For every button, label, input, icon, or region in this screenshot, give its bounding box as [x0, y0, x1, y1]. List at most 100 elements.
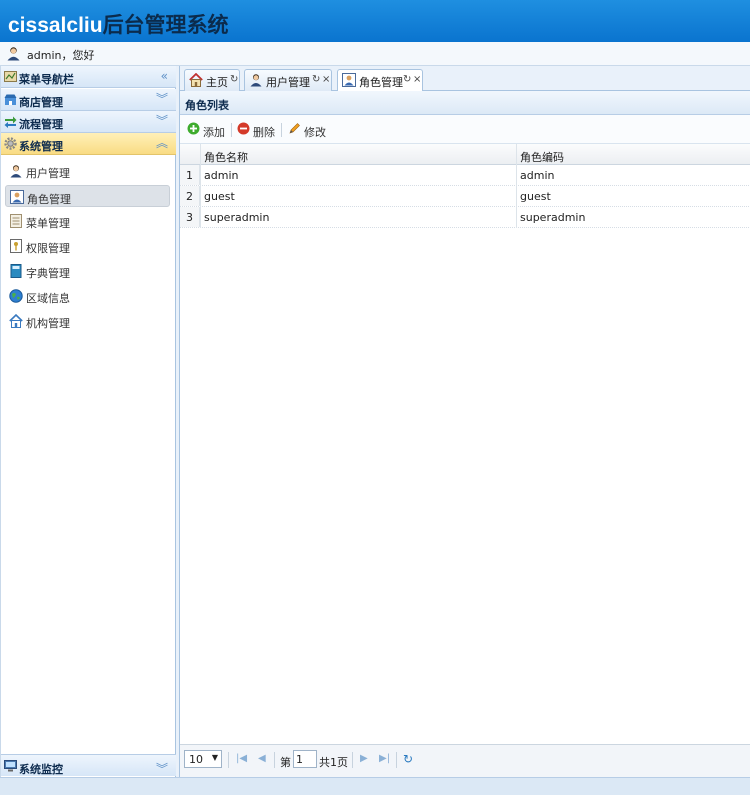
- collapse-left-icon[interactable]: «: [161, 70, 168, 82]
- app-subtitle: 后台管理系统: [102, 13, 229, 37]
- table-row[interactable]: 1 admin admin: [180, 165, 750, 186]
- sidebar-section-label: 流程管理: [19, 118, 63, 131]
- delete-label: 删除: [253, 126, 275, 139]
- menu-list-icon: [9, 214, 23, 231]
- close-icon[interactable]: ×: [322, 74, 330, 85]
- sidebar-section-label: 商店管理: [19, 96, 63, 109]
- refresh-icon[interactable]: ↻: [230, 74, 238, 85]
- tab-home[interactable]: 主页 ↻: [184, 69, 240, 91]
- key-card-icon: [9, 239, 23, 256]
- sidebar-section-flow[interactable]: 流程管理 ︾: [1, 111, 176, 133]
- sidebar-item-label: 字典管理: [26, 267, 70, 280]
- sidebar-item-roles[interactable]: 角色管理: [5, 185, 170, 207]
- table-row[interactable]: 3 superadmin superadmin: [180, 207, 750, 228]
- refresh-icon[interactable]: ↻: [312, 74, 320, 85]
- user-icon: [6, 46, 21, 64]
- store-icon: [4, 93, 17, 109]
- close-icon[interactable]: ×: [413, 74, 421, 85]
- sidebar-item-permissions[interactable]: 权限管理: [5, 235, 170, 257]
- refresh-icon[interactable]: ↻: [403, 74, 411, 85]
- user-greeting: admin，您好: [27, 49, 95, 62]
- sidebar-item-label: 区域信息: [26, 292, 70, 305]
- page-prefix: 第: [280, 756, 291, 769]
- delete-icon: [237, 122, 250, 138]
- gear-icon: [4, 137, 17, 153]
- tab-label: 主页: [206, 76, 228, 89]
- sidebar-nav-title: 菜单导航栏: [19, 73, 74, 86]
- sidebar-item-label: 用户管理: [26, 167, 70, 180]
- chevron-down-icon[interactable]: ︾: [156, 115, 168, 127]
- sidebar-nav-header[interactable]: 菜单导航栏 «: [1, 66, 176, 88]
- user-bar: admin，您好: [0, 42, 750, 66]
- sidebar-section-system[interactable]: 系统管理 ︽: [1, 133, 176, 155]
- pager-divider: [228, 752, 229, 768]
- cell-role-code: superadmin: [520, 211, 586, 224]
- pager-divider: [274, 752, 275, 768]
- sidebar-item-label: 菜单管理: [26, 217, 70, 230]
- sidebar: 菜单导航栏 « 商店管理 ︾ 流程管理 ︾ 系统管理 ︽ 用户管理 角色管理 菜…: [0, 66, 176, 777]
- page-number-input[interactable]: 1: [293, 750, 317, 768]
- chevron-down-icon[interactable]: ︾: [156, 93, 168, 105]
- row-number: 2: [180, 186, 200, 206]
- book-icon: [9, 264, 23, 281]
- sidebar-item-organizations[interactable]: 机构管理: [5, 310, 170, 332]
- column-header-role-code[interactable]: 角色编码: [520, 149, 564, 165]
- sidebar-item-label: 权限管理: [26, 242, 70, 255]
- column-divider: [200, 144, 201, 228]
- column-divider: [516, 144, 517, 228]
- sidebar-section-monitor[interactable]: 系统监控 ︾: [1, 754, 176, 776]
- app-brand: cissalcliu: [8, 14, 103, 37]
- cell-role-code: guest: [520, 190, 551, 203]
- toolbar-divider: [281, 123, 282, 137]
- cell-role-code: admin: [520, 169, 555, 182]
- tab-bar: 主页 ↻ 用户管理 ↻ × 角色管理 ↻ ×: [180, 66, 750, 92]
- row-number: 3: [180, 207, 200, 227]
- main-panel: 主页 ↻ 用户管理 ↻ × 角色管理 ↻ × 角色列表 添加 删除 修改 角色名…: [179, 66, 750, 777]
- row-number: 1: [180, 165, 200, 185]
- dropdown-arrow-icon: ▼: [211, 753, 218, 762]
- sidebar-section-label: 系统管理: [19, 140, 63, 153]
- footer-bar: [0, 777, 750, 795]
- refresh-icon[interactable]: ↻: [403, 752, 413, 766]
- toolbar: 添加 删除 修改: [180, 115, 750, 144]
- tab-label: 角色管理: [359, 76, 403, 89]
- panel-title-bar: 角色列表: [180, 91, 750, 115]
- cell-role-name: guest: [204, 190, 235, 203]
- tab-roles[interactable]: 角色管理 ↻ ×: [337, 69, 423, 92]
- grid-header: 角色名称 角色编码: [180, 144, 750, 165]
- chevron-up-icon[interactable]: ︽: [156, 137, 168, 149]
- page-total: 共1页: [319, 756, 348, 769]
- app-title: cissalcliu后台管理系统: [8, 9, 229, 39]
- tab-users[interactable]: 用户管理 ↻ ×: [244, 69, 332, 91]
- panel-title: 角色列表: [185, 99, 229, 112]
- app-header: cissalcliu后台管理系统: [0, 0, 750, 42]
- column-header-role-name[interactable]: 角色名称: [204, 149, 248, 165]
- sidebar-item-dictionary[interactable]: 字典管理: [5, 260, 170, 282]
- sidebar-item-label: 机构管理: [26, 317, 70, 330]
- pager-divider: [396, 752, 397, 768]
- sidebar-section-shop[interactable]: 商店管理 ︾: [1, 89, 176, 111]
- monitor-icon: [4, 760, 17, 775]
- cell-role-name: superadmin: [204, 211, 270, 224]
- next-page-icon[interactable]: ▶: [360, 753, 368, 764]
- role-card-icon: [342, 73, 356, 90]
- toolbar-divider: [231, 123, 232, 137]
- globe-icon: [9, 289, 23, 306]
- home-icon: [9, 313, 23, 331]
- prev-page-icon[interactable]: ◀: [258, 753, 266, 764]
- first-page-icon[interactable]: |◀: [236, 753, 247, 764]
- sidebar-item-regions[interactable]: 区域信息: [5, 285, 170, 307]
- tab-label: 用户管理: [266, 76, 310, 89]
- flow-icon: [4, 115, 17, 131]
- cell-role-name: admin: [204, 169, 239, 182]
- add-label: 添加: [203, 126, 225, 139]
- last-page-icon[interactable]: ▶|: [379, 753, 390, 764]
- map-icon: [4, 70, 17, 86]
- sidebar-item-users[interactable]: 用户管理: [5, 160, 170, 182]
- user-icon: [249, 73, 263, 90]
- page-size-select[interactable]: 10 ▼: [184, 750, 222, 768]
- table-row[interactable]: 2 guest guest: [180, 186, 750, 207]
- sidebar-item-menus[interactable]: 菜单管理: [5, 210, 170, 232]
- pencil-icon: [288, 122, 301, 138]
- chevron-down-icon[interactable]: ︾: [156, 760, 168, 777]
